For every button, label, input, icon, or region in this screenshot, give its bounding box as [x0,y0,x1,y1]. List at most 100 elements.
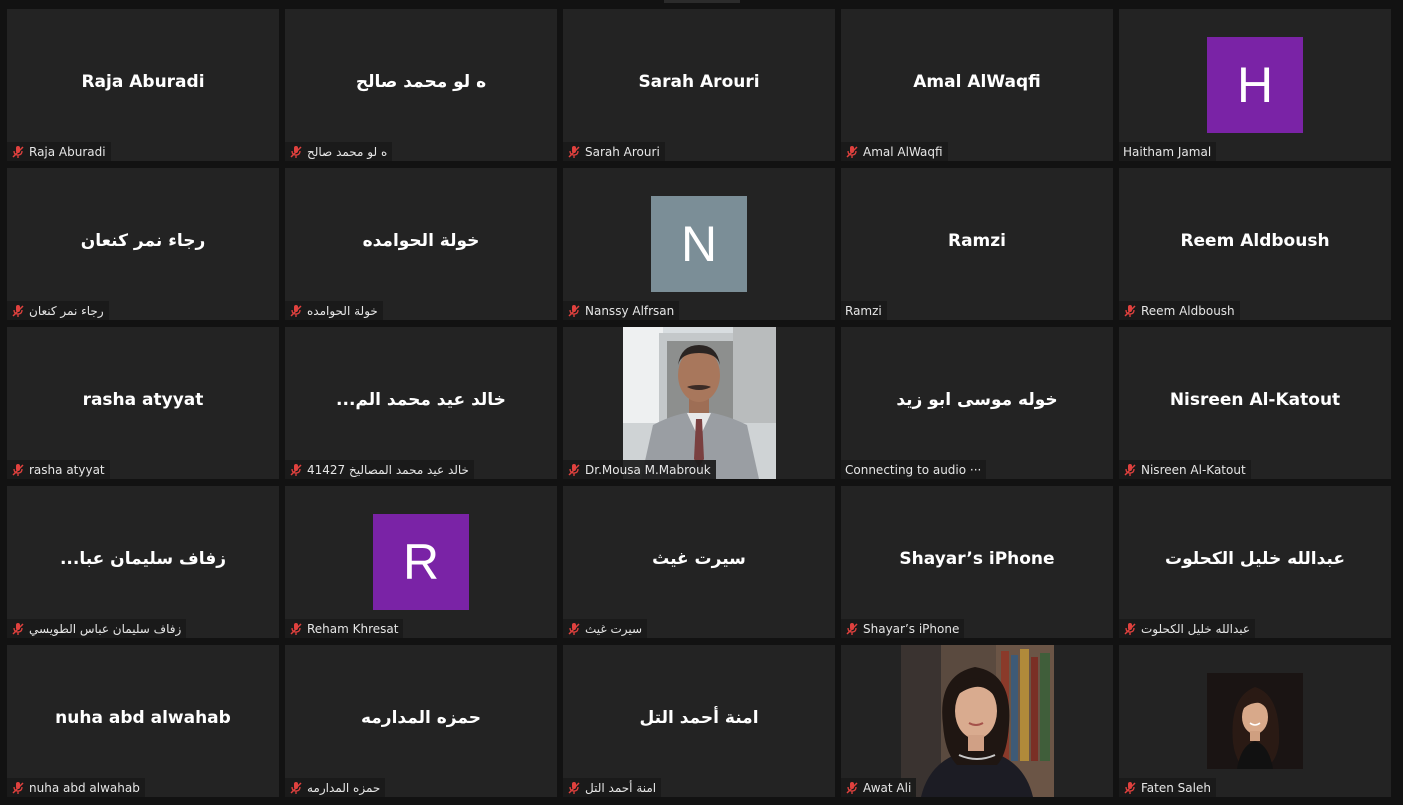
participant-photo [1207,673,1303,769]
mic-muted-icon [568,304,580,317]
participant-label-text: Nanssy Alfrsan [585,303,675,318]
participant-label-text: Reem Aldboush [1141,303,1235,318]
participant-name-label: Sarah Arouri [563,142,665,161]
participant-tile-15[interactable]: Nisreen Al-Katout Nisreen Al-Katout [1119,327,1391,479]
participant-tile-4[interactable]: Amal AlWaqfi Amal AlWaqfi [841,9,1113,161]
participant-name-label: Reem Aldboush [1119,301,1240,320]
mic-muted-icon [1124,304,1136,317]
man-portrait-image [623,327,776,479]
participant-display-name: حمزه المدارمه [360,708,482,728]
participant-name-label: Shayar’s iPhone [841,619,965,638]
mic-muted-icon [1124,622,1136,635]
participant-name-label: حمزه المدارمه [285,778,386,797]
participant-display-name: خولة الحوامده [362,231,480,251]
participant-avatar: N [651,196,747,292]
participant-display-name: Nisreen Al-Katout [1169,390,1341,410]
participant-label-text: Ramzi [845,303,882,318]
participant-tile-20[interactable]: عبدالله خليل الكحلوت عبدالله خليل الكحلو… [1119,486,1391,638]
mic-muted-icon [568,622,580,635]
participant-label-text: rasha atyyat [29,462,105,477]
participant-label-text: Awat Ali [863,780,912,795]
participant-label-text: Shayar’s iPhone [863,621,960,636]
participant-label-text: رجاء نمر كنعان [29,303,104,318]
participant-label-text: Sarah Arouri [585,144,660,159]
mic-muted-icon [290,304,302,317]
woman-portrait-image [901,645,1054,797]
participant-tile-22[interactable]: حمزه المدارمه حمزه المدارمه [285,645,557,797]
participant-name-label: Dr.Mousa M.Mabrouk [563,460,716,479]
mic-muted-icon [1124,781,1136,794]
participant-display-name: امنة أحمد التل [639,708,759,728]
participant-label-text: امنة أحمد التل [585,780,657,795]
participant-name-label: Ramzi [841,301,887,320]
participant-tile-10[interactable]: Reem Aldboush Reem Aldboush [1119,168,1391,320]
participant-label-text: ه لو محمد صالح [307,144,388,159]
participant-avatar: H [1207,37,1303,133]
participant-tile-13[interactable]: Dr.Mousa M.Mabrouk [563,327,835,479]
participant-tile-14[interactable]: خوله موسى ابو زيد Connecting to audio ··… [841,327,1113,479]
participant-name-label: خالد عيد محمد المصاليخ 41427 [285,460,474,479]
participant-name-label: Awat Ali [841,778,917,797]
participant-label-text: Raja Aburadi [29,144,106,159]
participant-name-label: Connecting to audio ··· [841,460,987,479]
mic-muted-icon [12,622,24,635]
participant-display-name: Amal AlWaqfi [913,72,1041,92]
participant-tile-25[interactable]: Faten Saleh [1119,645,1391,797]
participant-name-label: Faten Saleh [1119,778,1216,797]
participant-display-name: Shayar’s iPhone [899,549,1055,569]
participant-tile-3[interactable]: Sarah Arouri Sarah Arouri [563,9,835,161]
participant-tile-24[interactable]: Awat Ali [841,645,1113,797]
mic-muted-icon [290,145,302,158]
participant-tile-21[interactable]: nuha abd alwahab nuha abd alwahab [7,645,279,797]
participant-name-label: Nisreen Al-Katout [1119,460,1251,479]
participant-tile-12[interactable]: ...خالد عيد محمد الم خالد عيد محمد المصا… [285,327,557,479]
participant-display-name: ...خالد عيد محمد الم [336,390,506,410]
participant-display-name: خوله موسى ابو زيد [896,390,1058,410]
participant-display-name: Reem Aldboush [1180,231,1330,251]
participant-tile-18[interactable]: سيرت غيث سيرت غيث [563,486,835,638]
participant-label-text: Amal AlWaqfi [863,144,943,159]
participant-tile-9[interactable]: Ramzi Ramzi [841,168,1113,320]
participant-name-label: عبدالله خليل الكحلوت [1119,619,1256,638]
participant-display-name: سيرت غيث [652,549,746,569]
participant-display-name: رجاء نمر كنعان [80,231,206,251]
participant-label-text: Connecting to audio ··· [845,462,982,477]
participant-name-label: nuha abd alwahab [7,778,145,797]
participant-tile-11[interactable]: rasha atyyat rasha atyyat [7,327,279,479]
participant-name-label: Nanssy Alfrsan [563,301,680,320]
participant-photo [901,645,1054,797]
mic-muted-icon [568,463,580,476]
participant-label-text: زفاف سليمان عباس الطويسي [29,621,182,636]
participant-tile-6[interactable]: رجاء نمر كنعان رجاء نمر كنعان [7,168,279,320]
mic-muted-icon [568,145,580,158]
participant-label-text: Nisreen Al-Katout [1141,462,1246,477]
participant-tile-1[interactable]: Raja Aburadi Raja Aburadi [7,9,279,161]
participant-tile-23[interactable]: امنة أحمد التل امنة أحمد التل [563,645,835,797]
participant-tile-16[interactable]: ...زفاف سليمان عبا زفاف سليمان عباس الطو… [7,486,279,638]
participant-label-text: خالد عيد محمد المصاليخ 41427 [307,462,469,477]
participant-tile-17[interactable]: R Reham Khresat [285,486,557,638]
participant-tile-19[interactable]: Shayar’s iPhone Shayar’s iPhone [841,486,1113,638]
participant-display-name: Raja Aburadi [81,72,205,92]
participant-tile-2[interactable]: ه لو محمد صالح ه لو محمد صالح [285,9,557,161]
woman-portrait-image [1207,673,1303,769]
participant-display-name: Ramzi [948,231,1006,251]
participant-tile-7[interactable]: خولة الحوامده خولة الحوامده [285,168,557,320]
gallery-grid: Raja Aburadi Raja Aburadi ه لو محمد صالح… [7,9,1391,797]
top-drag-handle[interactable] [664,0,740,3]
participant-label-text: Reham Khresat [307,621,399,636]
participant-display-name: Sarah Arouri [638,72,760,92]
participant-display-name: ه لو محمد صالح [355,72,487,92]
mic-muted-icon [290,622,302,635]
participant-display-name: nuha abd alwahab [55,708,231,728]
participant-avatar: R [373,514,469,610]
participant-label-text: Faten Saleh [1141,780,1211,795]
participant-label-text: خولة الحوامده [307,303,378,318]
participant-tile-8[interactable]: N Nanssy Alfrsan [563,168,835,320]
participant-name-label: رجاء نمر كنعان [7,301,109,320]
participant-label-text: Dr.Mousa M.Mabrouk [585,462,711,477]
mic-muted-icon [12,463,24,476]
mic-muted-icon [846,145,858,158]
participant-tile-5[interactable]: H Haitham Jamal [1119,9,1391,161]
participant-display-name: rasha atyyat [82,390,204,410]
